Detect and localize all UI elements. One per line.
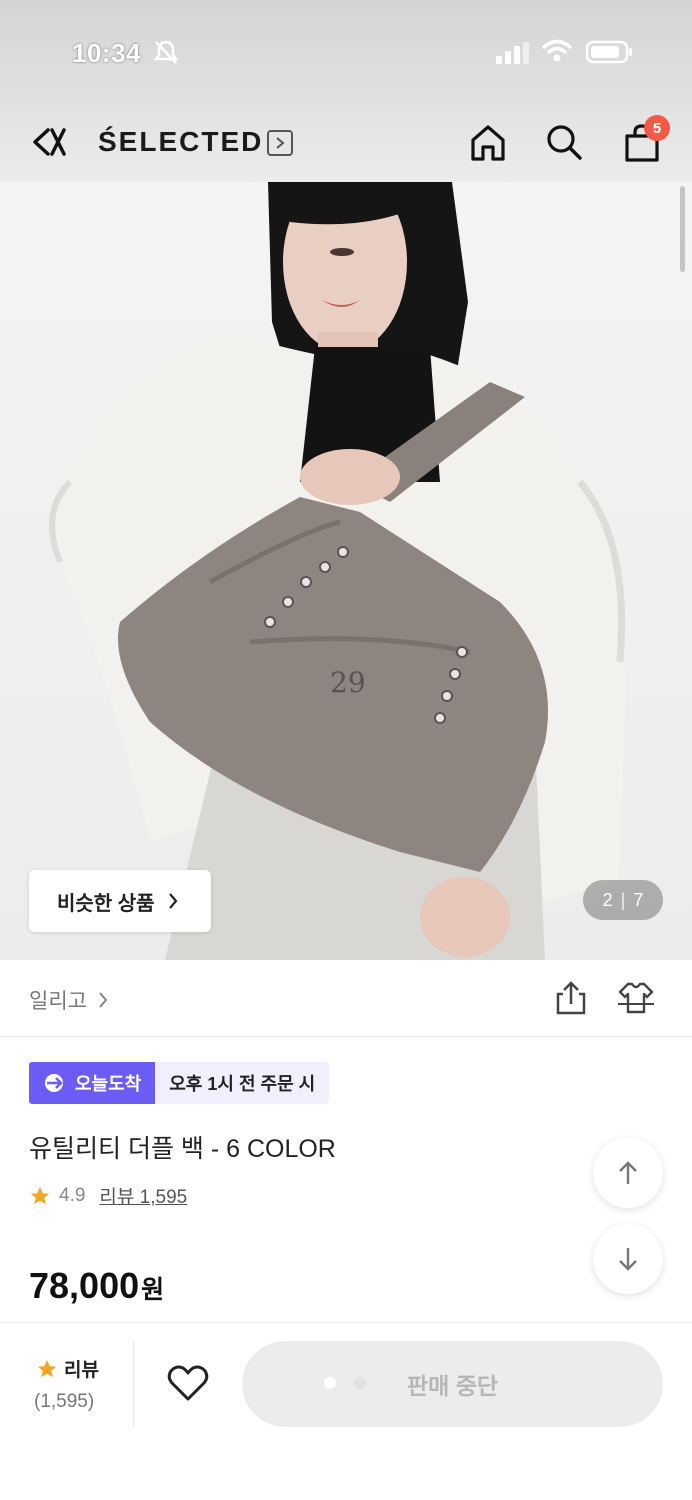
star-icon — [30, 1186, 50, 1204]
shop-name: 일리고 — [29, 990, 87, 1013]
bottom-action-bar: 리뷰 (1,595) 판매 중단 — [0, 1322, 692, 1500]
delivery-arrow-icon — [45, 1074, 63, 1092]
reviews-link[interactable]: 리뷰 1,595 — [99, 1182, 187, 1209]
product-title: 유틸리티 더플 백 - 6 COLOR — [29, 1135, 336, 1163]
image-counter: 2 | 7 — [583, 880, 663, 920]
counter-current: 2 — [602, 889, 613, 910]
price-value: 78,000 — [29, 1265, 140, 1306]
chevron-right-icon — [99, 992, 108, 1008]
product-price: 78,000 원 — [29, 1265, 164, 1307]
brand-logo[interactable]: ŚELECTED — [98, 126, 263, 158]
bell-muted-icon — [153, 40, 179, 64]
wifi-icon — [542, 39, 572, 62]
today-delivery-label: 오늘도착 — [75, 1074, 142, 1094]
review-summary-button[interactable]: 리뷰 (1,595) — [0, 1341, 134, 1427]
rating-score: 4.9 — [59, 1184, 86, 1206]
product-photo: 29 — [49, 182, 628, 960]
heart-icon[interactable] — [166, 1363, 210, 1403]
home-icon[interactable] — [468, 122, 508, 164]
arrow-up-icon — [619, 1161, 637, 1184]
product-image-carousel[interactable]: 29 — [0, 182, 692, 960]
review-title: 리뷰 — [36, 1355, 99, 1382]
star-icon — [37, 1359, 57, 1377]
close-back-icon[interactable] — [30, 122, 70, 162]
similar-products-label: 비슷한 상품 — [57, 892, 155, 915]
scroll-bottom-button[interactable] — [593, 1224, 663, 1294]
review-label: 리뷰 — [64, 1360, 99, 1381]
product-rating: 4.9 리뷰 1,595 — [29, 1182, 187, 1209]
delivery-badge: 오늘도착 오후 1시 전 주문 시 — [29, 1062, 330, 1104]
scrollbar-thumb[interactable] — [680, 186, 685, 272]
shop-link[interactable]: 일리고 — [29, 985, 109, 1015]
try-on-icon[interactable] — [616, 980, 656, 1016]
shop-row: 일리고 — [0, 960, 692, 1037]
counter-separator: | — [620, 889, 626, 910]
app-header: 10:34 ŚELECTED 5 — [0, 0, 692, 182]
dot-inactive — [354, 1377, 366, 1389]
sold-out-button: 판매 중단 — [242, 1341, 663, 1427]
dot-active — [324, 1377, 336, 1389]
brand-arrow-icon[interactable] — [267, 130, 293, 156]
share-icon[interactable] — [554, 980, 588, 1016]
chevron-right-icon — [168, 893, 178, 909]
cart-count-badge: 5 — [644, 115, 670, 141]
counter-total: 7 — [633, 889, 644, 910]
status-time: 10:34 — [72, 38, 141, 68]
today-delivery-tag: 오늘도착 — [29, 1062, 156, 1104]
loading-dots — [324, 1377, 366, 1389]
price-currency: 원 — [141, 1276, 165, 1304]
sold-out-label: 판매 중단 — [406, 1373, 499, 1399]
scroll-top-button[interactable] — [593, 1138, 663, 1208]
review-count: (1,595) — [34, 1391, 95, 1412]
battery-icon — [586, 40, 632, 64]
delivery-condition: 오후 1시 전 주문 시 — [155, 1062, 330, 1104]
arrow-down-icon — [619, 1248, 637, 1271]
search-icon[interactable] — [544, 122, 584, 162]
similar-products-button[interactable]: 비슷한 상품 — [29, 870, 211, 932]
signal-icon — [496, 42, 529, 64]
svg-text:29: 29 — [330, 666, 366, 699]
